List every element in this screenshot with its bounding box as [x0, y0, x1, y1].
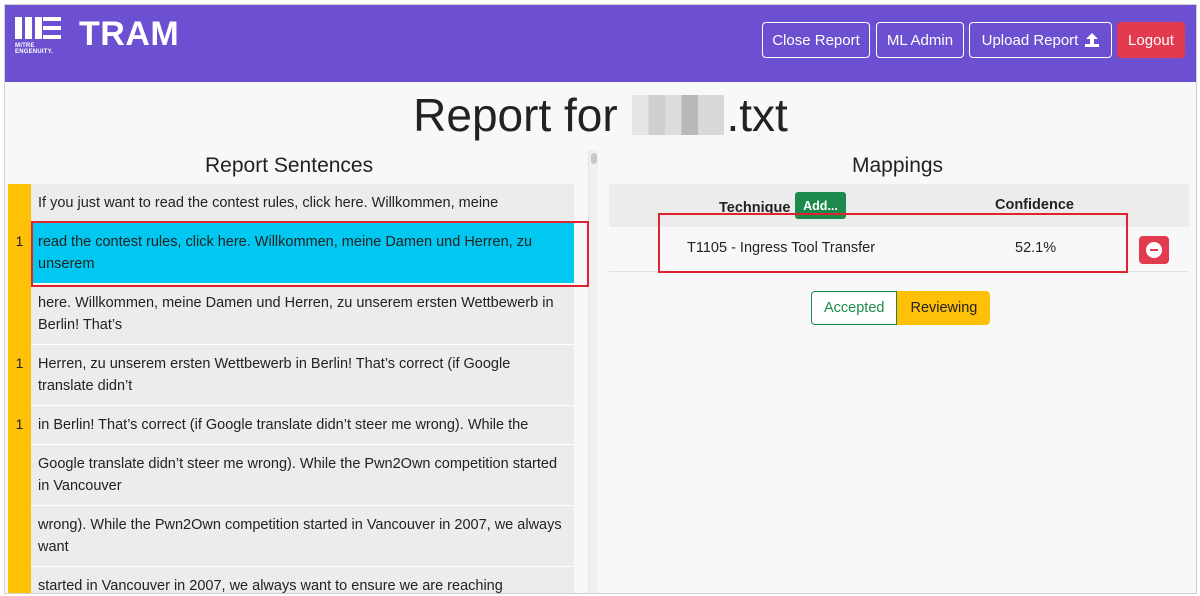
- remove-mapping-button[interactable]: [1139, 236, 1169, 264]
- sentence-mapping-count: [8, 567, 31, 593]
- sentence-text: read the contest rules, click here. Will…: [31, 223, 574, 284]
- accepted-button[interactable]: Accepted: [811, 291, 898, 325]
- sentence-item[interactable]: here. Willkommen, meine Damen und Herren…: [8, 284, 574, 345]
- sentence-item[interactable]: Google translate didn’t steer me wrong).…: [8, 445, 574, 506]
- sentence-mapping-count: 1: [8, 406, 31, 445]
- close-report-label: Close Report: [772, 31, 860, 49]
- sentence-item[interactable]: 1 Herren, zu unserem ersten Wettbewerb i…: [8, 345, 574, 406]
- sentence-mapping-count: [8, 284, 31, 345]
- sentence-text: wrong). While the Pwn2Own competition st…: [31, 506, 574, 567]
- report-sentences-title: Report Sentences: [205, 154, 374, 177]
- ml-admin-button[interactable]: ML Admin: [876, 22, 964, 58]
- mappings-panel: Mappings Technique Add... Confidence T11…: [609, 150, 1194, 593]
- sentence-text: here. Willkommen, meine Damen und Herren…: [31, 284, 574, 345]
- sentence-text: Google translate didn’t steer me wrong).…: [31, 445, 574, 506]
- redacted-filename: [632, 95, 725, 135]
- sentence-item[interactable]: If you just want to read the contest rul…: [8, 184, 574, 223]
- sentences-scrollbar[interactable]: [588, 150, 598, 593]
- app-window: MITRE ENGENUITY. TRAM Close Report ML Ad…: [4, 4, 1197, 594]
- report-title: Report for .txt: [5, 88, 1196, 142]
- ml-admin-label: ML Admin: [886, 31, 954, 49]
- sentence-text: in Berlin! That’s correct (if Google tra…: [31, 406, 574, 445]
- mapping-technique: T1105 - Ingress Tool Transfer: [687, 240, 876, 256]
- sentence-text: If you just want to read the contest rul…: [31, 184, 574, 223]
- mapping-confidence: 52.1%: [1015, 240, 1057, 256]
- sentence-item-selected[interactable]: 1 read the contest rules, click here. Wi…: [8, 223, 574, 284]
- upload-icon: [1085, 33, 1100, 47]
- sentence-mapping-count: 1: [8, 345, 31, 406]
- sentence-mapping-count: 1: [8, 223, 31, 284]
- reviewing-button[interactable]: Reviewing: [897, 291, 991, 325]
- add-mapping-button[interactable]: Add...: [795, 192, 846, 219]
- logout-label: Logout: [1128, 31, 1174, 49]
- minus-circle-icon: [1146, 242, 1162, 258]
- upload-report-button[interactable]: Upload Report: [969, 22, 1112, 58]
- sentence-text: started in Vancouver in 2007, we always …: [31, 567, 574, 593]
- report-title-prefix: Report for: [413, 89, 618, 141]
- sentence-mapping-count: [8, 184, 31, 223]
- sentence-mapping-count: [8, 445, 31, 506]
- brand-title: TRAM: [79, 15, 180, 53]
- logout-button[interactable]: Logout: [1117, 22, 1185, 58]
- confidence-column-header: Confidence: [995, 197, 1074, 213]
- report-sentences-panel: Report Sentences If you just want to rea…: [5, 150, 581, 593]
- mappings-title: Mappings: [852, 154, 944, 177]
- mappings-table: Technique Add... Confidence T1105 - Ingr…: [609, 184, 1189, 272]
- mapping-row: T1105 - Ingress Tool Transfer 52.1%: [609, 227, 1189, 272]
- sentence-list: If you just want to read the contest rul…: [8, 184, 574, 593]
- sentence-item[interactable]: 1 in Berlin! That’s correct (if Google t…: [8, 406, 574, 445]
- report-title-suffix: .txt: [726, 89, 788, 141]
- close-report-button[interactable]: Close Report: [762, 22, 870, 58]
- mappings-table-header: Technique Add... Confidence: [609, 184, 1189, 227]
- navbar: MITRE ENGENUITY. TRAM Close Report ML Ad…: [5, 5, 1196, 82]
- sentence-item[interactable]: started in Vancouver in 2007, we always …: [8, 567, 574, 593]
- mapping-status-toggle: Accepted Reviewing: [811, 291, 991, 325]
- upload-report-label: Upload Report: [981, 31, 1079, 49]
- mitre-engenuity-logo: MITRE ENGENUITY.: [15, 17, 65, 59]
- scrollbar-thumb[interactable]: [591, 153, 597, 164]
- logo-text-engenuity: ENGENUITY.: [15, 49, 54, 55]
- sentence-text: Herren, zu unserem ersten Wettbewerb in …: [31, 345, 574, 406]
- sentence-item[interactable]: wrong). While the Pwn2Own competition st…: [8, 506, 574, 567]
- technique-column-header: Technique: [719, 200, 791, 216]
- sentence-mapping-count: [8, 506, 31, 567]
